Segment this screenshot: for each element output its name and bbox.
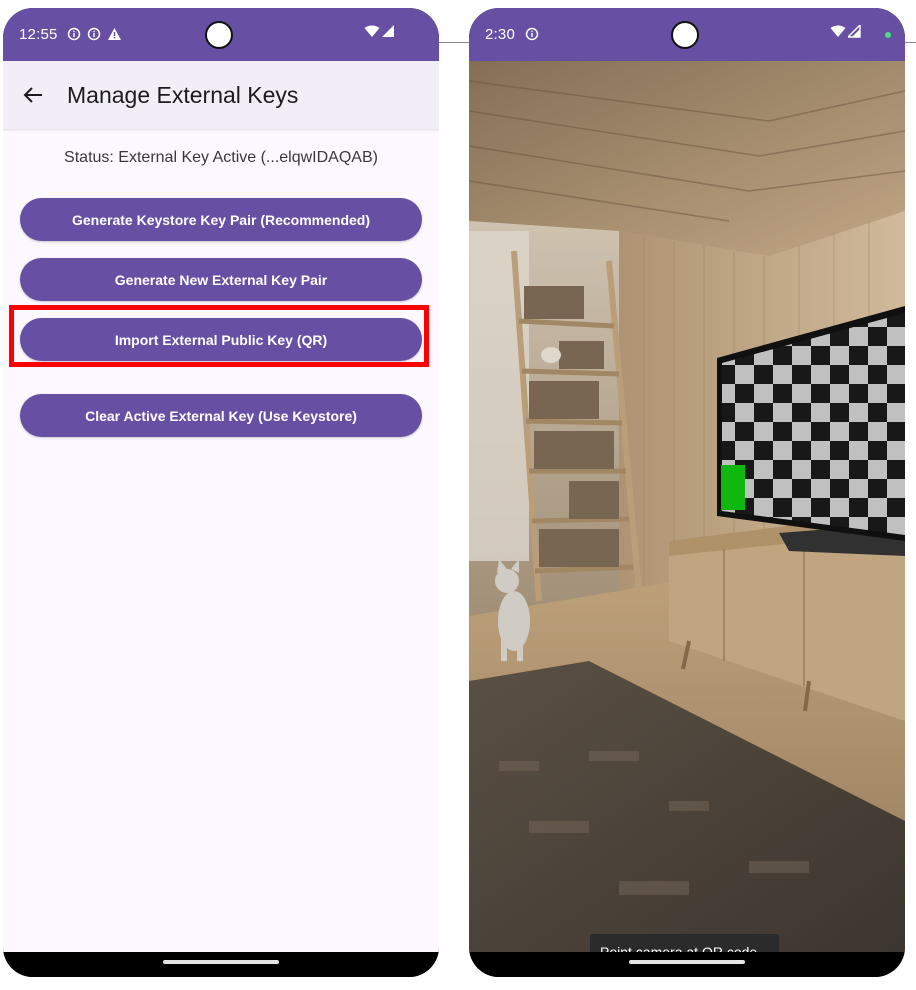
wifi-icon [364,25,380,37]
camera-scene [469,61,905,952]
clear-active-external-key-button[interactable]: Clear Active External Key (Use Keystore) [20,394,422,437]
page-title: Manage External Keys [67,82,299,108]
home-indicator[interactable] [163,960,279,964]
camera-preview[interactable]: Point camera at QR code... [469,61,905,952]
status-icons [525,27,539,41]
system-indicators [830,25,861,38]
highlight-box [9,305,429,367]
warning-triangle-icon [108,28,121,40]
privacy-indicator-dot [885,32,891,38]
camera-cutout [205,21,233,49]
status-time: 12:55 [19,26,58,43]
scan-instruction-toast: Point camera at QR code... [590,934,779,952]
top-app-bar: Manage External Keys [3,61,439,129]
back-button[interactable] [17,79,49,111]
home-indicator[interactable] [629,960,745,964]
generate-keystore-key-pair-button[interactable]: Generate Keystore Key Pair (Recommended) [20,198,422,241]
arrow-left-icon [23,87,42,103]
app-content: Manage External Keys Status: External Ke… [3,61,439,952]
cellular-signal-icon [848,25,861,38]
gesture-nav-bar [3,952,439,977]
info-circle-icon [525,27,539,41]
wifi-icon [830,25,846,37]
status-bar: 12:55 [3,8,439,61]
generate-new-external-key-pair-button[interactable]: Generate New External Key Pair [20,258,422,301]
status-icons [67,27,122,41]
phone-screen-left: 12:55 Manage External Keys Status: Exter… [3,8,439,977]
info-circle-icon [87,27,101,41]
status-time: 2:30 [485,26,515,43]
cellular-signal-icon [382,25,394,37]
phone-screen-right: 2:30 Point camera at QR code... [469,8,905,977]
system-indicators [364,25,395,38]
gesture-nav-bar [469,952,905,977]
status-bar: 2:30 [469,8,905,61]
camera-cutout [671,21,699,49]
info-circle-icon [67,27,81,41]
key-status-text: Status: External Key Active (...elqwIDAQ… [64,149,378,166]
